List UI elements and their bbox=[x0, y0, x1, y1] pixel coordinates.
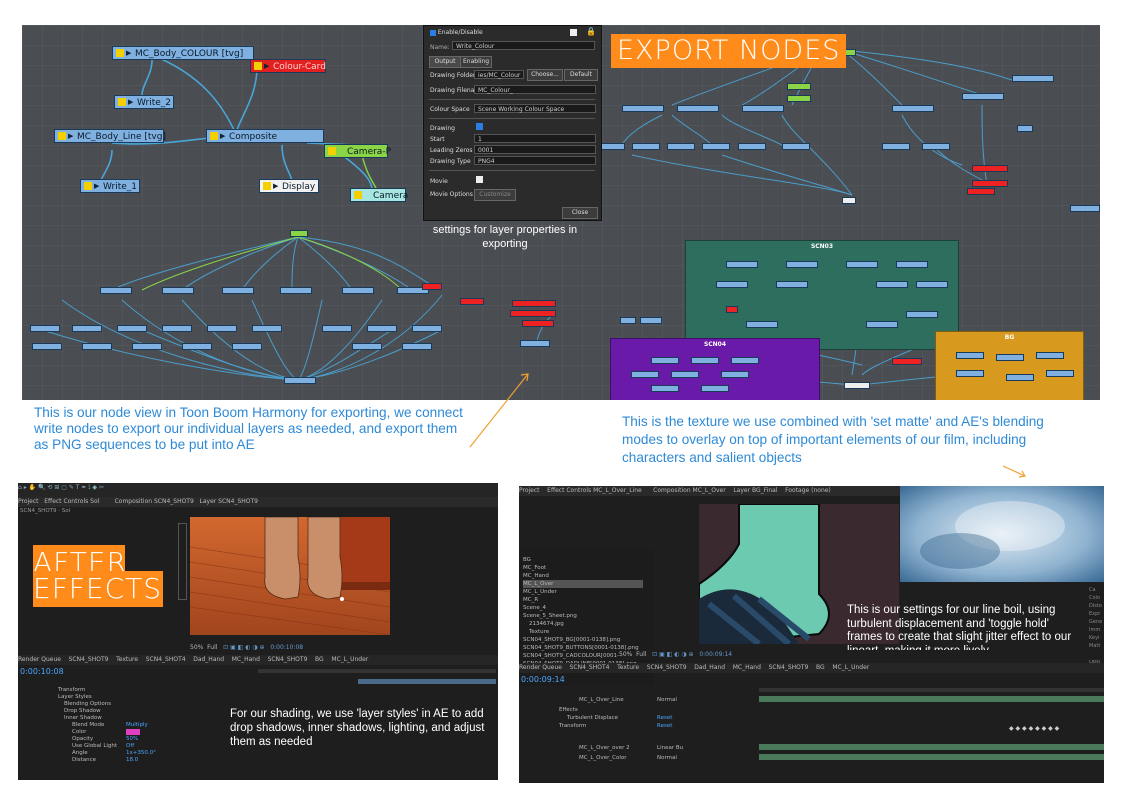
timeline-tab[interactable]: SCN4_SHOT4 bbox=[146, 656, 186, 663]
project-item[interactable]: Scene_4 bbox=[523, 604, 546, 612]
project-item-selected[interactable]: MC_L_Over bbox=[523, 580, 643, 588]
quality-select[interactable]: Full bbox=[636, 651, 646, 658]
timeline-tab[interactable]: MC_L_Under bbox=[832, 664, 869, 671]
project-item[interactable]: MC_R bbox=[523, 596, 538, 604]
viewer-footer: 50% Full ⊡ ▣ ◧ ◐ ◑ ⊕ 0:00:10:08 bbox=[190, 643, 498, 653]
composition-tab[interactable]: Composition SCN4_SHOT9 bbox=[115, 498, 194, 505]
comp-name-label: SCN4_SHOT9 · Sol bbox=[20, 508, 71, 514]
timeline-tab[interactable]: MC_Hand bbox=[733, 664, 761, 671]
layer-row-distance[interactable]: Distance bbox=[72, 756, 96, 764]
arrow-to-texture bbox=[1002, 465, 1026, 477]
timeline-tab[interactable]: Dad_Hand bbox=[193, 656, 224, 663]
layer-row-mc-l-over-over-2[interactable]: MC_L_Over_over 2 bbox=[579, 744, 630, 752]
distance-value[interactable]: 18.0 bbox=[126, 756, 138, 764]
hold-keyframes[interactable]: ◆ ◆ ◆ ◆ ◆ ◆ ◆ ◆ bbox=[1009, 726, 1104, 732]
timeline-tab[interactable]: Dad_Hand bbox=[694, 664, 725, 671]
reset-link[interactable]: Reset bbox=[657, 722, 672, 730]
project-item[interactable]: SCN04_SHOT9_BG[0001-0138].png bbox=[523, 636, 620, 644]
viewer-timecode[interactable]: 0:00:09:14 bbox=[699, 651, 732, 658]
project-item[interactable]: MC_Foot bbox=[523, 564, 546, 572]
quality-select[interactable]: Full bbox=[207, 644, 217, 651]
project-item[interactable]: MC_Hand bbox=[523, 572, 549, 580]
viewer-ruler bbox=[178, 523, 187, 600]
viewer-controls-icons[interactable]: ⊡ ▣ ◧ ◐ ◑ ⊕ bbox=[223, 644, 264, 651]
ae-panel-tabs: Project Effect Controls Sol Composition … bbox=[18, 497, 498, 507]
layer-mode-value[interactable]: Normal bbox=[657, 754, 677, 762]
timeline-tab[interactable]: SCN4_SHOT4 bbox=[570, 664, 610, 671]
timeline-tab[interactable]: MC_L_Under bbox=[331, 656, 368, 663]
shading-caption: For our shading, we use 'layer styles' i… bbox=[230, 708, 485, 748]
after-effects-title-line2: EFFECTS bbox=[33, 571, 163, 607]
ae-shading-screenshot: ⌂ ▸ ✋ 🔍 ⟲ ⊞ ▢ ✎ T ✒ ⟟ ◆ ✂ Project Effect… bbox=[18, 483, 498, 780]
timeline-tabs: Render Queue SCN4_SHOT4 Texture SCN4_SHO… bbox=[519, 663, 1104, 673]
timeline-timecode[interactable]: 0:00:09:14 bbox=[521, 675, 565, 684]
layer-bar[interactable] bbox=[759, 696, 1104, 702]
timeline-tab[interactable]: MC_Hand bbox=[232, 656, 260, 663]
blend-mode-value[interactable]: Multiply bbox=[126, 721, 148, 729]
timeline-tab[interactable]: BG bbox=[816, 664, 825, 671]
ae-toolbar: ⌂ ▸ ✋ 🔍 ⟲ ⊞ ▢ ✎ T ✒ ⟟ ◆ ✂ bbox=[18, 483, 498, 497]
timeline-tab[interactable]: BG bbox=[315, 656, 324, 663]
project-item[interactable]: 2134674.jpg bbox=[529, 620, 564, 628]
layer-tab[interactable]: Layer SCN4_SHOT9 bbox=[200, 498, 258, 505]
timeline-tab[interactable]: Texture bbox=[116, 656, 138, 663]
composition-viewer[interactable] bbox=[190, 517, 390, 635]
timeline-tab[interactable]: SCN4_SHOT9 bbox=[647, 664, 687, 671]
footage-tab[interactable]: Footage (none) bbox=[785, 487, 831, 494]
timeline-tab[interactable]: SCN4_SHOT9 bbox=[769, 664, 809, 671]
effect-controls-tab[interactable]: Effect Controls MC_L_Over_Line bbox=[547, 487, 642, 494]
timeline-tab[interactable]: Texture bbox=[617, 664, 639, 671]
project-item[interactable]: Texture bbox=[529, 628, 549, 636]
render-queue-tab[interactable]: Render Queue bbox=[519, 664, 562, 671]
zoom-select[interactable]: 50% bbox=[190, 644, 203, 651]
project-tab[interactable]: Project bbox=[18, 498, 39, 505]
layer-row-mc-l-over-color[interactable]: MC_L_Over_Color bbox=[579, 754, 627, 762]
render-queue-tab[interactable]: Render Queue bbox=[18, 656, 61, 663]
viewer-timecode[interactable]: 0:00:10:08 bbox=[270, 644, 303, 651]
layer-row-mc-l-over-line[interactable]: MC_L_Over_Line bbox=[579, 696, 624, 704]
project-item[interactable]: BG bbox=[523, 556, 531, 564]
viewer-controls-icons[interactable]: ⊡ ▣ ◧ ◐ ◑ ⊕ bbox=[652, 651, 693, 658]
layer-bar[interactable] bbox=[759, 754, 1104, 760]
layer-bar[interactable] bbox=[759, 744, 1104, 750]
effect-controls-tab[interactable]: Effect Controls Sol bbox=[44, 498, 99, 505]
zoom-select[interactable]: 50% bbox=[619, 651, 632, 658]
timeline-tabs: Render Queue SCN4_SHOT9 Texture SCN4_SHO… bbox=[18, 655, 498, 665]
layer-mode-value[interactable]: Normal bbox=[657, 696, 677, 704]
ae-lineboil-screenshot: Project Effect Controls MC_L_Over_Line C… bbox=[519, 486, 1104, 783]
arrow-to-node-view bbox=[469, 373, 529, 448]
project-item[interactable]: Scene_5_Sheet.png bbox=[523, 612, 577, 620]
project-tab[interactable]: Project bbox=[519, 487, 540, 494]
timeline-ruler[interactable] bbox=[258, 669, 496, 673]
layer-row-effects[interactable]: Effects bbox=[559, 706, 578, 714]
home-icon[interactable]: ⌂ ▸ ✋ 🔍 ⟲ ⊞ ▢ ✎ T ✒ ⟟ ◆ ✂ bbox=[18, 484, 104, 491]
layer-tab[interactable]: Layer BG_Final bbox=[733, 487, 777, 494]
timeline-tab[interactable]: SCN4_SHOT9 bbox=[69, 656, 109, 663]
viewer-footer: 50% Full ⊡ ▣ ◧ ◐ ◑ ⊕ 0:00:09:14 bbox=[619, 650, 1104, 660]
texture-preview[interactable] bbox=[900, 486, 1104, 582]
layer-row-turbulent-displace[interactable]: Turbulent Displace bbox=[567, 714, 618, 722]
composition-tab[interactable]: Composition MC_L_Over bbox=[653, 487, 726, 494]
timeline-ruler[interactable] bbox=[759, 688, 1104, 692]
reset-link[interactable]: Reset bbox=[657, 714, 672, 722]
layer-mode-value[interactable]: Linear Bu bbox=[657, 744, 683, 752]
timeline-timecode[interactable]: 0:00:10:08 bbox=[20, 667, 64, 676]
project-item[interactable]: MC_L_Under bbox=[523, 588, 557, 596]
layer-bar[interactable] bbox=[358, 679, 496, 684]
layer-row-transform[interactable]: Transform bbox=[559, 722, 586, 730]
timeline-tab[interactable]: SCN4_SHOT9 bbox=[268, 656, 308, 663]
